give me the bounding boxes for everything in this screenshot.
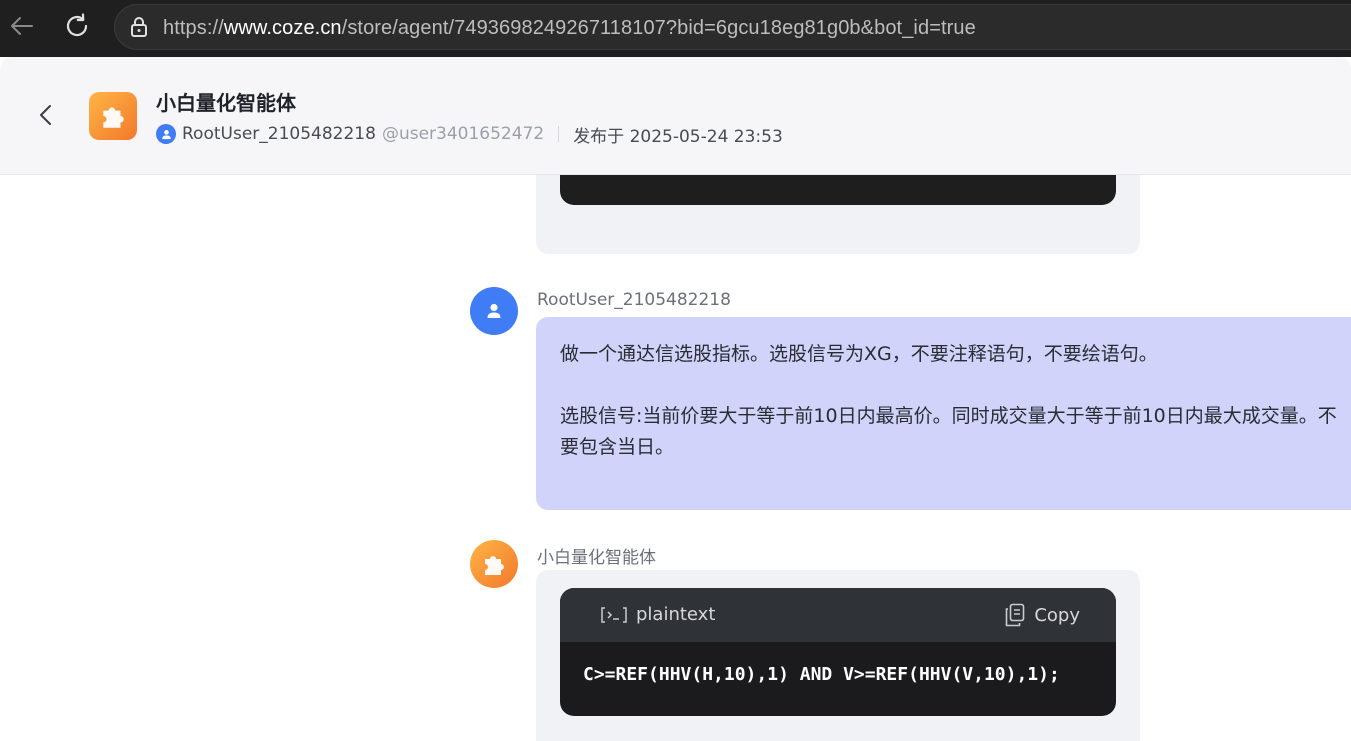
lock-icon[interactable] [127, 15, 151, 39]
terminal-icon [601, 607, 627, 623]
author-avatar[interactable] [156, 124, 176, 144]
copy-label: Copy [1034, 604, 1080, 626]
copy-button[interactable]: Copy [1004, 600, 1080, 630]
bot-message-bubble: plaintext Copy C>=REF(HHV(H,10),1) AND V… [536, 570, 1140, 741]
user-sender-name: RootUser_2105482218 [537, 290, 731, 310]
user-icon [161, 129, 171, 139]
back-button[interactable] [32, 101, 60, 129]
publish-date: 发布于 2025-05-24 23:53 [573, 126, 783, 147]
user-message-bubble: 做一个通达信选股指标。选股信号为XG，不要注释语句，不要绘语句。 选股信号:当前… [536, 317, 1351, 510]
agent-header: 小白量化智能体 RootUser_2105482218 @user3401652… [0, 57, 1351, 175]
user-icon [487, 303, 501, 318]
code-text: C>=REF(HHV(H,10),1) AND V>=REF(HHV(V,10)… [583, 664, 1060, 685]
bot-sender-name: 小白量化智能体 [537, 548, 656, 568]
bot-avatar [470, 540, 518, 588]
user-message-line: 选股信号:当前价要大于等于前10日内最高价。同时成交量大于等于前10日内最大成交… [560, 405, 1337, 458]
meta-divider [558, 126, 560, 142]
code-block-header: plaintext Copy [560, 588, 1116, 642]
agent-meta: RootUser_2105482218 @user3401652472 发布于 … [156, 123, 783, 147]
author-name[interactable]: RootUser_2105482218 [182, 124, 376, 144]
url-text[interactable]: https://www.coze.cn/store/agent/74936982… [163, 17, 976, 40]
reload-button[interactable] [59, 8, 95, 44]
user-avatar [470, 287, 518, 335]
puzzle-icon [103, 107, 124, 128]
address-bar[interactable]: https://www.coze.cn/store/agent/74936982… [114, 4, 1351, 50]
browser-toolbar: https://www.coze.cn/store/agent/74936982… [0, 0, 1351, 57]
agent-avatar [89, 92, 137, 140]
reload-icon [66, 13, 88, 37]
agent-title: 小白量化智能体 [156, 91, 296, 115]
back-nav-button[interactable] [4, 8, 40, 44]
code-block: plaintext Copy C>=REF(HHV(H,10),1) AND V… [560, 588, 1116, 716]
arrow-left-icon [11, 17, 33, 35]
user-message-line: 做一个通达信选股指标。选股信号为XG，不要注释语句，不要绘语句。 [560, 343, 1158, 365]
copy-icon [1006, 603, 1025, 627]
code-language-label: plaintext [636, 604, 716, 625]
page-content: RootUser_2105482218 做一个通达信选股指标。选股信号为XG，不… [0, 57, 1351, 741]
puzzle-icon [485, 556, 504, 575]
author-handle: @user3401652472 [381, 124, 545, 144]
